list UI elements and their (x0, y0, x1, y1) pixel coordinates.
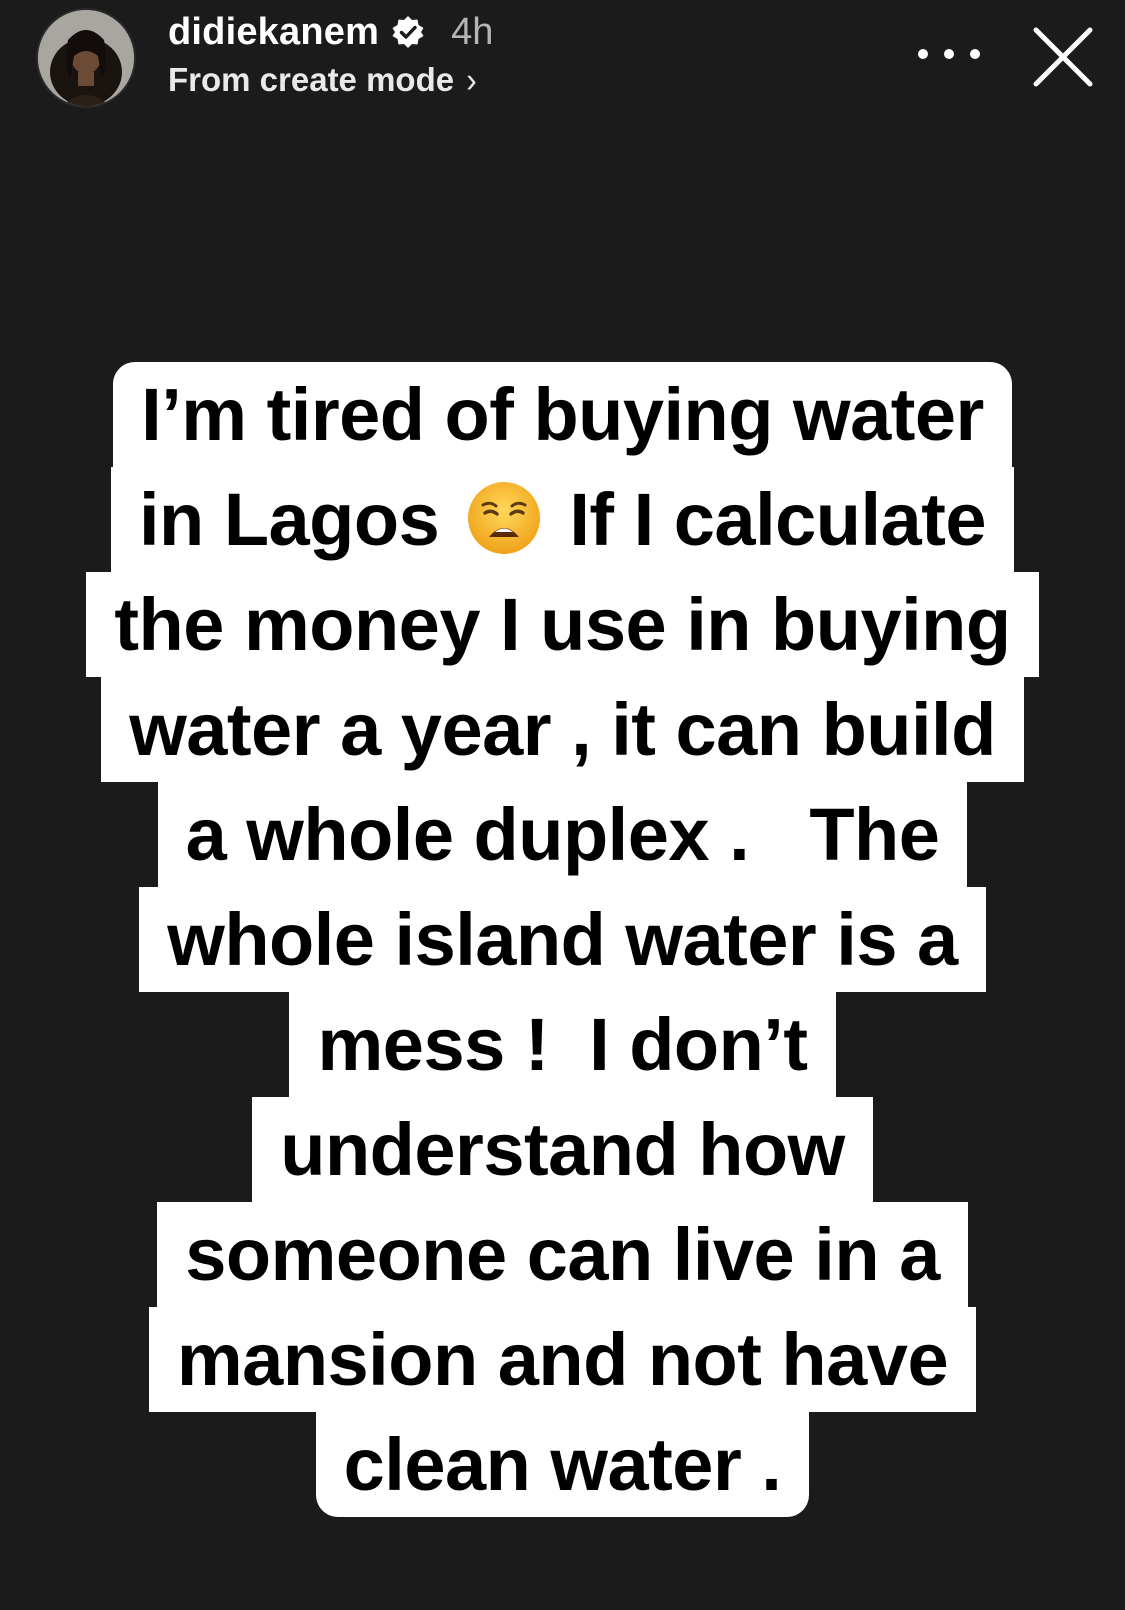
profile-avatar[interactable] (36, 8, 136, 108)
sticker-line-text: clean water . (315, 1412, 810, 1517)
close-icon (1033, 27, 1093, 87)
sticker-line: in Lagos If I calculate (0, 467, 1125, 572)
sticker-line-text: in Lagos If I calculate (111, 467, 1014, 572)
text-sticker: I’m tired of buying water in Lagos If I … (0, 362, 1125, 1517)
avatar-image (38, 10, 134, 106)
sticker-line: water a year , it can build (0, 677, 1125, 782)
create-mode-link[interactable]: From create mode › (168, 58, 477, 102)
sticker-text-fragment: in Lagos (139, 478, 440, 561)
more-horizontal-icon (918, 49, 928, 59)
sticker-line: mess ! I don’t (0, 992, 1125, 1097)
sticker-line: mansion and not have (0, 1307, 1125, 1412)
story-author[interactable]: didiekanem 4h (168, 8, 493, 56)
more-dot (970, 49, 980, 59)
sticker-line-text: mansion and not have (148, 1307, 977, 1412)
sticker-line: someone can live in a (0, 1202, 1125, 1307)
sticker-line-text: a whole duplex . The (157, 782, 968, 887)
sticker-line: clean water . (0, 1412, 1125, 1517)
story-viewer: didiekanem 4h From create mode › I’m tir… (0, 0, 1125, 1610)
username[interactable]: didiekanem (168, 11, 379, 54)
sticker-line-text: mess ! I don’t (289, 992, 836, 1097)
sticker-line-text: understand how (252, 1097, 873, 1202)
sticker-line: whole island water is a (0, 887, 1125, 992)
sticker-line: understand how (0, 1097, 1125, 1202)
sticker-line-text: I’m tired of buying water (113, 362, 1012, 467)
sticker-text-fragment: If I calculate (569, 478, 986, 561)
more-options-button[interactable] (918, 34, 980, 74)
sticker-line-text: the money I use in buying (86, 572, 1039, 677)
sticker-line: I’m tired of buying water (0, 362, 1125, 467)
sticker-line: the money I use in buying (0, 572, 1125, 677)
verified-badge-icon (391, 15, 425, 49)
create-mode-label: From create mode (168, 61, 455, 98)
sticker-line-text: whole island water is a (139, 887, 986, 992)
more-dot (944, 49, 954, 59)
post-time: 4h (451, 10, 494, 53)
chevron-right-icon: › (466, 59, 477, 100)
sticker-line-text: water a year , it can build (101, 677, 1024, 782)
sticker-line: a whole duplex . The (0, 782, 1125, 887)
close-button[interactable] (1030, 24, 1096, 90)
sticker-line-text: someone can live in a (157, 1202, 968, 1307)
weary-face-emoji-icon (465, 479, 543, 557)
